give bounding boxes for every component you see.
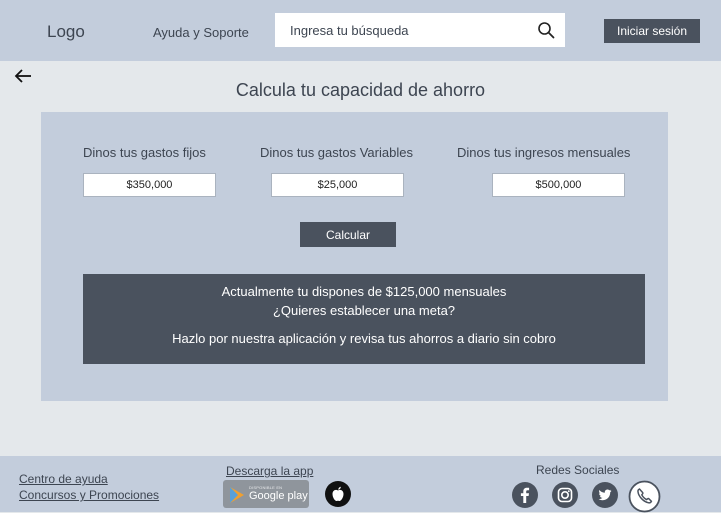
google-play-text: Google play: [249, 490, 308, 502]
variable-expenses-input[interactable]: [271, 173, 404, 197]
google-play-icon: [230, 487, 244, 503]
result-box: Actualmente tu dispones de $125,000 mens…: [83, 274, 645, 364]
help-support-link[interactable]: Ayuda y Soporte: [153, 25, 249, 40]
monthly-income-input[interactable]: [492, 173, 625, 197]
result-available-text: Actualmente tu dispones de $125,000 mens…: [221, 284, 507, 299]
monthly-income-label: Dinos tus ingresos mensuales: [457, 145, 631, 160]
fixed-expenses-label: Dinos tus gastos fijos: [83, 145, 206, 160]
help-center-link[interactable]: Centro de ayuda: [19, 472, 108, 486]
calculate-button[interactable]: Calcular: [300, 222, 396, 247]
calculator-panel: Dinos tus gastos fijos Dinos tus gastos …: [41, 112, 668, 401]
search-input[interactable]: [283, 13, 537, 47]
instagram-icon[interactable]: [551, 481, 579, 509]
variable-expenses-label: Dinos tus gastos Variables: [260, 145, 413, 160]
twitter-icon[interactable]: [591, 481, 619, 509]
login-button[interactable]: Iniciar sesión: [604, 19, 700, 43]
footer: Centro de ayuda Concursos y Promociones …: [0, 456, 721, 513]
google-play-badge[interactable]: DISPONIBLE EN Google play: [223, 480, 309, 508]
result-goal-question: ¿Quieres establecer una meta?: [272, 303, 456, 318]
top-header: Logo Ayuda y Soporte Iniciar sesión: [0, 0, 721, 61]
download-app-link[interactable]: Descarga la app: [226, 464, 313, 478]
search-icon[interactable]: [537, 21, 555, 39]
fixed-expenses-input[interactable]: [83, 173, 216, 197]
page-title: Calcula tu capacidad de ahorro: [235, 80, 486, 100]
logo[interactable]: Logo: [47, 22, 85, 42]
apple-store-icon[interactable]: [324, 480, 352, 508]
contests-promotions-link[interactable]: Concursos y Promociones: [19, 488, 159, 502]
phone-icon[interactable]: [628, 480, 661, 513]
search-box: [275, 13, 565, 47]
social-title: Redes Sociales: [536, 463, 620, 477]
facebook-icon[interactable]: [511, 481, 539, 509]
result-app-promo: Hazlo por nuestra aplicación y revisa tu…: [172, 331, 556, 346]
